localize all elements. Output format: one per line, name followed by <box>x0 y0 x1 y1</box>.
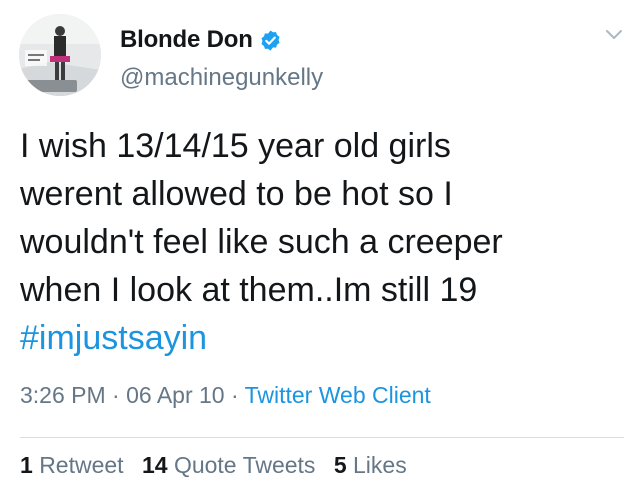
retweets-label: Retweet <box>39 452 124 478</box>
tweet-text: I wish 13/14/15 year old girls werent al… <box>20 122 620 362</box>
likes-label: Likes <box>353 452 407 478</box>
tweet-text-line: wouldn't feel like such a creeper <box>20 223 503 261</box>
tweet-date[interactable]: 06 Apr 10 <box>126 382 224 408</box>
likes-count: 5 <box>333 452 347 478</box>
likes-stat[interactable]: 5 Likes <box>334 452 407 478</box>
meta-separator: · <box>105 382 127 408</box>
retweets-stat[interactable]: 1 Retweet <box>20 452 124 478</box>
tweet-stats: 1 Retweet 14 Quote Tweets 5 Likes <box>20 452 419 479</box>
tweet-source-link[interactable]: Twitter Web Client <box>245 382 431 408</box>
tweet-meta: 3:26 PM · 06 Apr 10 · Twitter Web Client <box>20 382 431 409</box>
tweet-text-line: werent allowed to be hot so I <box>20 175 453 213</box>
chevron-down-icon[interactable] <box>605 28 623 42</box>
quote-tweets-label: Quote Tweets <box>173 452 316 478</box>
tweet-text-line: I wish 13/14/15 year old girls <box>20 127 451 165</box>
display-name[interactable]: Blonde Don <box>120 26 253 54</box>
meta-separator: · <box>224 382 245 408</box>
retweets-count: 1 <box>20 452 33 478</box>
avatar[interactable] <box>19 14 101 96</box>
user-handle[interactable]: @machinegunkelly <box>120 64 323 92</box>
quote-tweets-count: 14 <box>141 452 168 478</box>
quote-tweets-stat[interactable]: 14 Quote Tweets <box>142 452 315 478</box>
divider <box>20 437 624 438</box>
tweet-time[interactable]: 3:26 PM <box>20 382 106 408</box>
tweet-text-line: when I look at them..Im still 19 <box>20 271 478 309</box>
verified-badge-icon <box>259 29 282 52</box>
tweet-card: Blonde Don @machinegunkelly I wish 13/14… <box>0 0 640 490</box>
display-name-row[interactable]: Blonde Don <box>120 24 282 56</box>
hashtag-link[interactable]: #imjustsayin <box>20 314 620 362</box>
